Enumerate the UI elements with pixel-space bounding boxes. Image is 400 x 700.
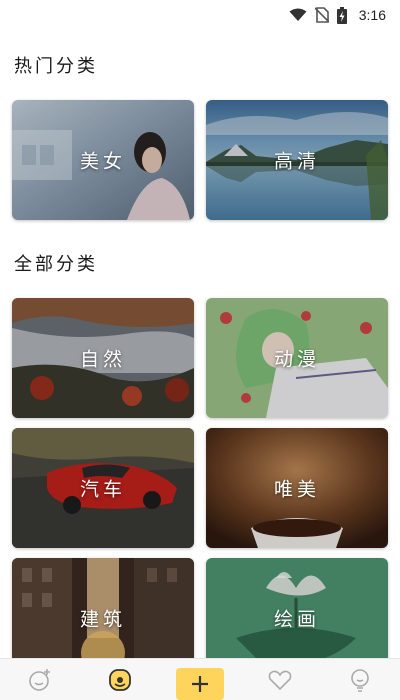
nav-add-face[interactable] <box>16 660 64 700</box>
smiley-icon <box>109 668 131 691</box>
nav-add-button[interactable] <box>176 667 224 700</box>
add-icon <box>192 675 208 692</box>
category-label: 汽车 <box>79 478 126 501</box>
no-sim-icon <box>314 7 329 23</box>
category-label: 高清 <box>273 150 320 173</box>
nav-favorites[interactable] <box>256 660 304 700</box>
category-card-car[interactable]: 汽车 <box>12 428 194 548</box>
nav-profile[interactable] <box>336 660 384 700</box>
category-label: 绘画 <box>273 608 320 631</box>
add-face-icon <box>29 668 50 691</box>
category-card-beauty[interactable]: 美女 <box>12 100 194 220</box>
category-card-nature[interactable]: 自然 <box>12 298 194 418</box>
category-label: 美女 <box>79 150 126 173</box>
category-label: 建筑 <box>79 608 126 631</box>
category-card-hd[interactable]: 高清 <box>206 100 388 220</box>
wifi-icon <box>289 8 307 22</box>
battery-charging-icon <box>336 6 347 24</box>
category-label: 动漫 <box>273 348 320 371</box>
category-label: 自然 <box>79 348 126 371</box>
section-title-all: 全部分类 <box>14 254 98 275</box>
category-card-anime[interactable]: 动漫 <box>206 298 388 418</box>
heart-icon <box>268 670 292 690</box>
nav-home[interactable] <box>96 660 144 700</box>
status-bar: 3:16 <box>0 0 400 30</box>
section-title-hot: 热门分类 <box>14 56 98 77</box>
bottom-nav <box>0 658 400 700</box>
category-card-aesthetic[interactable]: 唯美 <box>206 428 388 548</box>
category-label: 唯美 <box>273 478 320 501</box>
status-time: 3:16 <box>358 7 386 23</box>
bulb-face-icon <box>351 668 369 692</box>
